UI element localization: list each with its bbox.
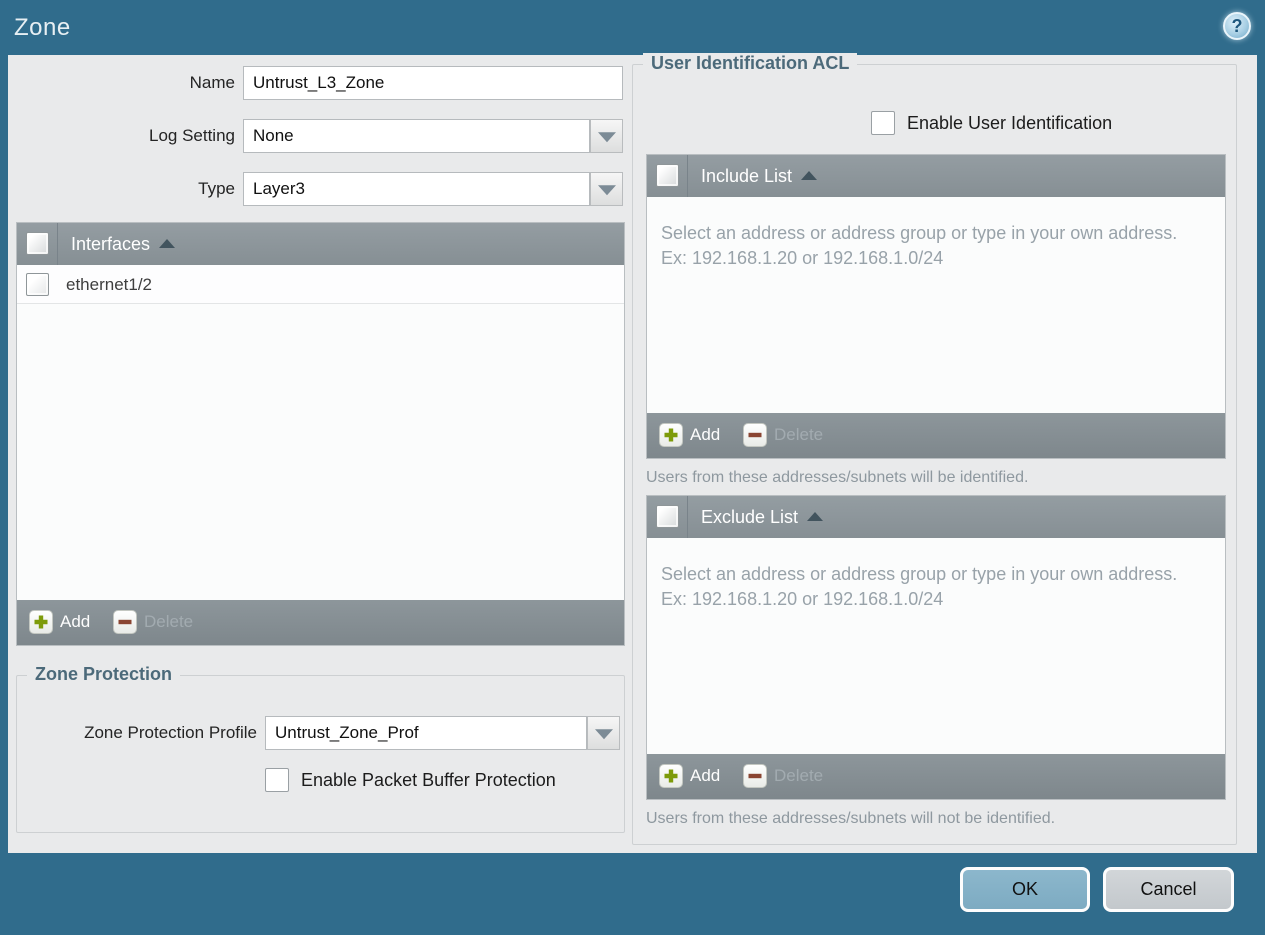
include-list-note: Users from these addresses/subnets will … [646, 469, 1029, 486]
exclude-list-table: Exclude List Select an address or addres… [646, 495, 1226, 800]
select-all-checkbox[interactable] [26, 232, 49, 255]
plus-icon [659, 423, 683, 447]
select-all-checkbox[interactable] [656, 164, 679, 187]
sort-asc-icon [801, 171, 818, 180]
exclude-list-toolbar: Add Delete [647, 754, 1225, 799]
delete-button[interactable]: Delete [743, 764, 823, 788]
delete-button-label: Delete [774, 425, 824, 444]
type-label: Type [198, 179, 235, 198]
zone-protection-profile-label: Zone Protection Profile [84, 723, 257, 742]
select-all-checkbox[interactable] [656, 505, 679, 528]
packet-buffer-row: Enable Packet Buffer Protection [265, 768, 556, 792]
dialog-body: Name Log Setting Type Interfaces [8, 53, 1257, 853]
plus-icon [29, 610, 53, 634]
log-setting-input[interactable] [243, 119, 590, 153]
interfaces-table-header[interactable]: Interfaces [17, 223, 624, 265]
ok-button[interactable]: OK [960, 867, 1090, 912]
interfaces-column-header: Interfaces [71, 234, 151, 254]
exclude-list-column-header: Exclude List [701, 507, 799, 527]
row-checkbox[interactable] [26, 273, 49, 296]
help-icon[interactable]: ? [1223, 12, 1251, 40]
user-identification-acl-section: User Identification ACL Enable User Iden… [632, 53, 1237, 845]
interfaces-table-toolbar: Add Delete [17, 600, 624, 645]
dialog-title: Zone [14, 14, 71, 41]
packet-buffer-label: Enable Packet Buffer Protection [301, 769, 556, 790]
delete-button-label: Delete [774, 766, 824, 785]
add-button[interactable]: Add [659, 423, 720, 447]
minus-icon [113, 610, 137, 634]
interface-name: ethernet1/2 [66, 275, 153, 294]
delete-button[interactable]: Delete [113, 610, 193, 634]
log-setting-label: Log Setting [148, 126, 235, 145]
log-setting-dropdown-button[interactable] [590, 119, 623, 153]
header-checkbox-cell [17, 223, 58, 265]
name-label: Name [189, 73, 235, 92]
table-row[interactable]: ethernet1/2 [17, 265, 624, 304]
chevron-down-icon [594, 729, 613, 740]
include-list-header[interactable]: Include List [647, 155, 1225, 197]
zone-protection-profile-dropdown-button[interactable] [587, 716, 620, 750]
header-checkbox-cell [647, 155, 688, 197]
add-button[interactable]: Add [29, 610, 90, 634]
type-input[interactable] [243, 172, 590, 206]
minus-icon [743, 764, 767, 788]
cancel-button[interactable]: Cancel [1103, 867, 1234, 912]
add-button-label: Add [60, 612, 91, 631]
interfaces-table: Interfaces ethernet1/2 Add Delete [16, 222, 625, 646]
zone-protection-section: Zone Protection Zone Protection Profile … [16, 664, 625, 833]
dialog-titlebar: Zone ? [0, 0, 1265, 55]
add-button-label: Add [690, 425, 721, 444]
include-list-toolbar: Add Delete [647, 413, 1225, 458]
enable-user-identification-label: Enable User Identification [907, 112, 1113, 133]
include-list-column-header: Include List [701, 166, 793, 186]
enable-user-identification-checkbox[interactable] [871, 111, 895, 135]
add-button-label: Add [690, 766, 721, 785]
exclude-list-header[interactable]: Exclude List [647, 496, 1225, 538]
delete-button[interactable]: Delete [743, 423, 823, 447]
user-identification-acl-legend: User Identification ACL [643, 53, 858, 74]
type-dropdown-button[interactable] [590, 172, 623, 206]
packet-buffer-checkbox[interactable] [265, 768, 289, 792]
name-input[interactable] [243, 66, 623, 100]
zone-protection-profile-input[interactable] [265, 716, 587, 750]
minus-icon [743, 423, 767, 447]
chevron-down-icon [597, 132, 616, 143]
exclude-list-placeholder: Select an address or address group or ty… [661, 564, 1178, 610]
chevron-down-icon [597, 185, 616, 196]
add-button[interactable]: Add [659, 764, 720, 788]
sort-asc-icon [159, 239, 176, 248]
exclude-list-note: Users from these addresses/subnets will … [646, 810, 1056, 827]
header-checkbox-cell [647, 496, 688, 538]
sort-asc-icon [807, 512, 824, 521]
delete-button-label: Delete [144, 612, 194, 631]
include-list-placeholder: Select an address or address group or ty… [661, 223, 1178, 269]
enable-user-identification-row: Enable User Identification [871, 111, 1112, 135]
zone-dialog: Zone ? Name Log Setting Type Interfaces [0, 0, 1265, 935]
include-list-table: Include List Select an address or addres… [646, 154, 1226, 459]
zone-protection-legend: Zone Protection [27, 664, 181, 685]
plus-icon [659, 764, 683, 788]
